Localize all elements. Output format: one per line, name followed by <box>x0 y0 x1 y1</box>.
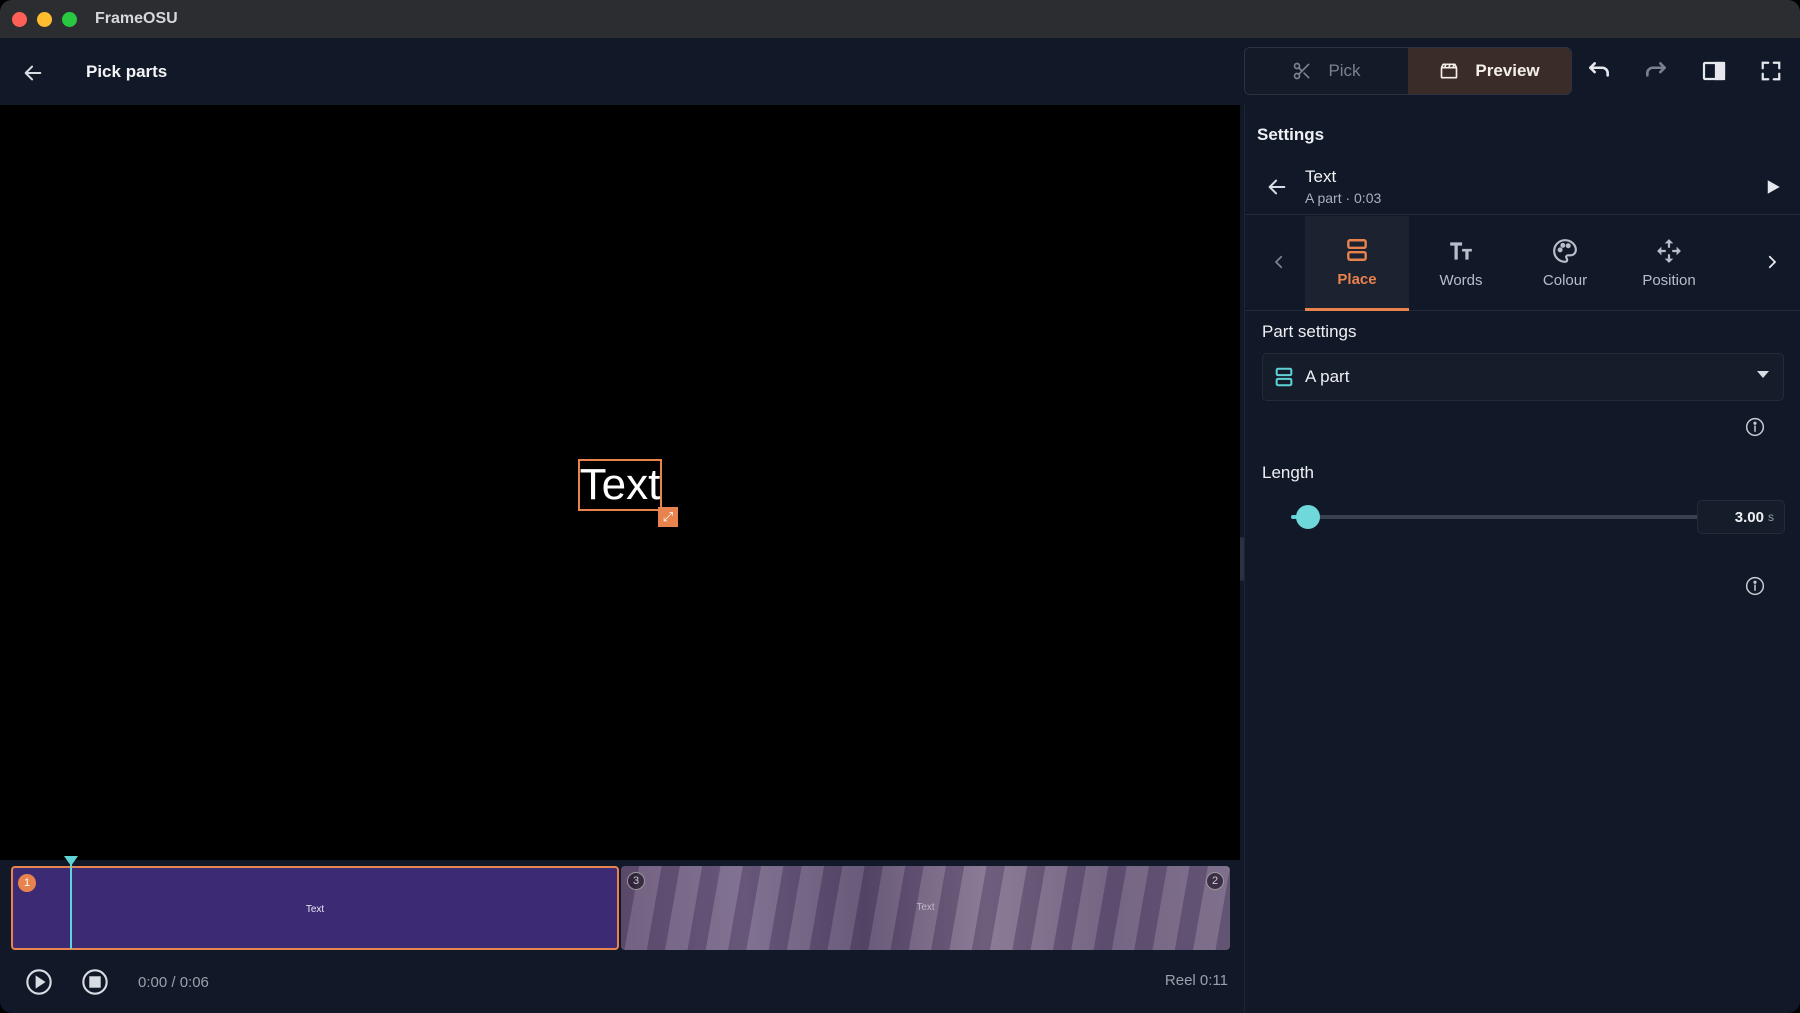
resize-arrows-icon: ⤢ <box>662 509 674 524</box>
timeline-clip-2[interactable]: 3 2 Text <box>621 866 1230 950</box>
canvas-text-element[interactable]: Text <box>578 459 662 511</box>
fullscreen-button[interactable] <box>1756 56 1786 86</box>
item-subtitle: A part · 0:03 <box>1305 190 1382 206</box>
length-input[interactable]: 3.00 s <box>1697 500 1785 534</box>
play-button[interactable] <box>24 967 54 997</box>
undo-button[interactable] <box>1584 56 1614 86</box>
settings-tabs: Place Words Colour Position <box>1245 216 1800 311</box>
info-icon <box>1745 417 1765 437</box>
item-back-button[interactable] <box>1263 173 1291 201</box>
back-button[interactable] <box>18 58 48 88</box>
pick-mode-label: Pick <box>1328 61 1361 80</box>
mode-switch: Pick Preview <box>1244 47 1572 95</box>
tab-position[interactable]: Position <box>1617 216 1721 311</box>
preview-mode-label: Preview <box>1475 61 1540 80</box>
length-unit: s <box>1768 510 1774 524</box>
clip-label: Text <box>305 904 325 915</box>
app-title: FrameOSU <box>95 10 178 27</box>
preview-canvas[interactable]: Text ⤢ <box>0 105 1240 860</box>
toggle-panel-button[interactable] <box>1699 56 1729 86</box>
item-play-button[interactable] <box>1761 175 1785 199</box>
tab-label: Position <box>1642 272 1696 289</box>
timeline-clip-1[interactable]: 1 Text <box>11 866 619 950</box>
part-select-value: A part <box>1305 367 1350 386</box>
settings-title: Settings <box>1257 125 1325 144</box>
arrow-left-icon <box>1268 179 1286 195</box>
layers-rows-icon <box>1347 238 1367 261</box>
timeline: 1 Text 3 2 Text 0:00 / 0:06 Reel 0:11 <box>0 856 1244 1013</box>
scissors-icon <box>1294 62 1310 80</box>
clip-number-badge: 2 <box>1206 872 1224 890</box>
item-name: Text <box>1305 167 1337 186</box>
app-window: FrameOSU Pick parts Pick Preview Text ⤢ … <box>0 0 1800 1013</box>
clip-label: Text <box>916 902 935 913</box>
window-controls <box>12 11 77 27</box>
length-value: 3.00 <box>1734 508 1764 526</box>
reel-duration: Reel 0:11 <box>1164 972 1228 989</box>
tab-label: Words <box>1439 272 1483 289</box>
resize-handle[interactable]: ⤢ <box>658 507 678 527</box>
length-label: Length <box>1262 463 1314 482</box>
sidebar-panel-icon <box>1702 61 1726 81</box>
clapperboard-icon <box>1441 63 1458 79</box>
undo-icon <box>1589 62 1609 77</box>
tabs-scroll-right-button[interactable] <box>1760 250 1784 274</box>
tab-colour[interactable]: Colour <box>1513 216 1617 311</box>
tab-label: Place <box>1337 270 1377 288</box>
redo-button[interactable] <box>1641 56 1671 86</box>
toolbar: Pick parts Pick Preview <box>0 38 1800 105</box>
pick-mode-button[interactable]: Pick <box>1245 48 1408 94</box>
zoom-window-button[interactable] <box>62 11 77 27</box>
length-info-button[interactable] <box>1744 575 1766 597</box>
close-window-button[interactable] <box>12 11 27 27</box>
canvas-text-content: Text <box>579 460 661 509</box>
tabs-scroll-left-button[interactable] <box>1267 250 1291 274</box>
part-settings-info-button[interactable] <box>1744 416 1766 438</box>
move-arrows-icon <box>1657 239 1681 263</box>
palette-icon <box>1553 239 1577 263</box>
arrow-left-icon <box>24 65 42 81</box>
stop-button[interactable] <box>80 967 110 997</box>
clip-number-badge: 1 <box>18 874 36 892</box>
tab-words[interactable]: Words <box>1409 216 1513 311</box>
time-display: 0:00 / 0:06 <box>138 973 209 991</box>
length-slider[interactable] <box>1291 505 1711 529</box>
page-title: Pick parts <box>86 62 168 81</box>
caret-down-icon <box>1757 371 1769 378</box>
title-bar: FrameOSU <box>0 0 1800 38</box>
tab-place[interactable]: Place <box>1305 216 1409 311</box>
text-size-icon <box>1450 242 1472 260</box>
selected-item-header: Text A part · 0:03 <box>1245 157 1800 215</box>
transport-controls: 0:00 / 0:06 <box>24 967 209 997</box>
part-settings-label: Part settings <box>1262 322 1357 341</box>
fullscreen-icon <box>1761 61 1781 81</box>
stop-circle-icon <box>82 969 108 995</box>
tab-label: Colour <box>1542 272 1588 289</box>
layers-rows-icon <box>1273 366 1295 388</box>
preview-mode-button[interactable]: Preview <box>1408 48 1571 94</box>
play-icon <box>1767 180 1780 194</box>
clip-number-badge: 3 <box>627 872 645 890</box>
info-icon <box>1745 576 1765 596</box>
part-select[interactable]: A part <box>1262 353 1784 401</box>
length-slider-thumb[interactable] <box>1295 505 1320 529</box>
chevron-left-icon <box>1274 255 1283 269</box>
settings-panel: Settings Text A part · 0:03 Place Words <box>1244 105 1800 1013</box>
minimize-window-button[interactable] <box>37 11 52 27</box>
redo-icon <box>1646 62 1666 77</box>
chevron-right-icon <box>1768 255 1777 269</box>
play-circle-icon <box>26 969 52 995</box>
